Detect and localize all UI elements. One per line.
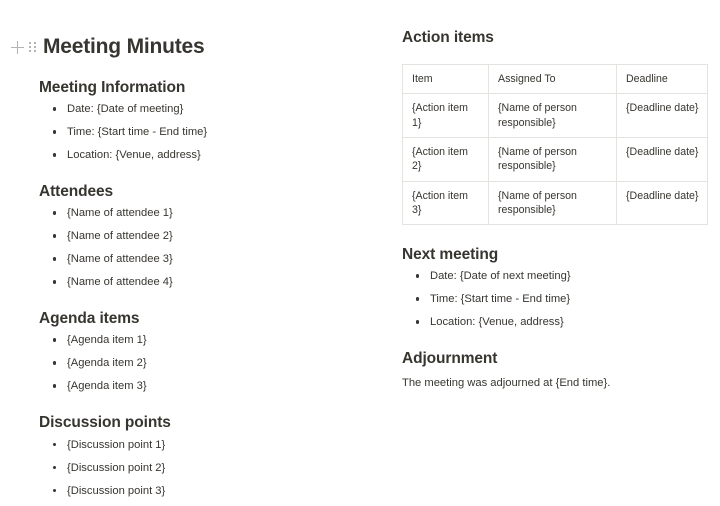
cell-assigned-to[interactable]: {Name of person responsible}	[488, 180, 617, 226]
list-item[interactable]: {Name of attendee 4}	[39, 275, 369, 289]
section-action-items: Action items Item Assigned To Deadline {…	[402, 28, 710, 226]
drag-dot	[34, 46, 36, 48]
action-items-table: Item Assigned To Deadline {Action item 1…	[402, 64, 708, 226]
document-page: Meeting Minutes Meeting Information Date…	[0, 0, 720, 506]
section-meeting-information: Meeting Information Date: {Date of meeti…	[39, 78, 369, 162]
list-item[interactable]: Date: {Date of next meeting}	[402, 269, 710, 283]
drag-dot	[29, 46, 31, 48]
section-agenda-items: Agenda items {Agenda item 1} {Agenda ite…	[39, 309, 369, 393]
list-item[interactable]: {Agenda item 2}	[39, 356, 369, 370]
title-block: Meeting Minutes	[0, 33, 205, 61]
cell-item[interactable]: {Action item 2}	[402, 137, 489, 182]
list-item[interactable]: {Agenda item 1}	[39, 333, 369, 347]
block-controls	[0, 40, 43, 54]
cell-deadline[interactable]: {Deadline date}	[616, 180, 708, 226]
heading-discussion-points[interactable]: Discussion points	[39, 413, 369, 433]
table-row: {Action item 2} {Name of person responsi…	[402, 137, 708, 182]
cell-item[interactable]: {Action item 1}	[402, 93, 489, 139]
drag-handle-icon[interactable]	[28, 41, 37, 54]
section-attendees: Attendees {Name of attendee 1} {Name of …	[39, 182, 369, 289]
list-agenda-items: {Agenda item 1} {Agenda item 2} {Agenda …	[39, 333, 369, 393]
list-item[interactable]: {Name of attendee 3}	[39, 252, 369, 266]
list-item[interactable]: Time: {Start time - End time}	[39, 125, 369, 139]
drag-dot	[29, 42, 31, 44]
drag-dot	[29, 50, 31, 52]
right-column: Action items Item Assigned To Deadline {…	[402, 28, 710, 391]
cell-item[interactable]: {Action item 3}	[402, 180, 489, 226]
list-item[interactable]: Location: {Venue, address}	[402, 315, 710, 329]
cell-assigned-to[interactable]: {Name of person responsible}	[488, 137, 617, 182]
heading-adjournment[interactable]: Adjournment	[402, 349, 710, 369]
column-header-assigned-to[interactable]: Assigned To	[488, 64, 617, 95]
section-discussion-points: Discussion points {Discussion point 1} {…	[39, 413, 369, 497]
left-column: Meeting Information Date: {Date of meeti…	[39, 78, 369, 498]
column-header-item[interactable]: Item	[402, 64, 489, 95]
list-attendees: {Name of attendee 1} {Name of attendee 2…	[39, 206, 369, 289]
section-adjournment: Adjournment The meeting was adjourned at…	[402, 349, 710, 390]
section-next-meeting: Next meeting Date: {Date of next meeting…	[402, 245, 710, 329]
drag-dot	[34, 42, 36, 44]
cell-deadline[interactable]: {Deadline date}	[616, 137, 708, 182]
cell-deadline[interactable]: {Deadline date}	[616, 93, 708, 139]
list-item[interactable]: Time: {Start time - End time}	[402, 292, 710, 306]
list-item[interactable]: {Discussion point 1}	[39, 438, 369, 452]
list-item[interactable]: {Name of attendee 1}	[39, 206, 369, 220]
drag-dot	[34, 50, 36, 52]
list-next-meeting: Date: {Date of next meeting} Time: {Star…	[402, 269, 710, 329]
heading-meeting-information[interactable]: Meeting Information	[39, 78, 369, 98]
list-item[interactable]: {Agenda item 3}	[39, 379, 369, 393]
list-item[interactable]: {Discussion point 2}	[39, 461, 369, 475]
column-header-deadline[interactable]: Deadline	[616, 64, 708, 95]
list-meeting-information: Date: {Date of meeting} Time: {Start tim…	[39, 102, 369, 162]
adjournment-text[interactable]: The meeting was adjourned at {End time}.	[402, 376, 710, 391]
page-title[interactable]: Meeting Minutes	[43, 34, 205, 59]
cell-assigned-to[interactable]: {Name of person responsible}	[488, 93, 617, 139]
list-discussion-points: {Discussion point 1} {Discussion point 2…	[39, 438, 369, 498]
list-item[interactable]: Date: {Date of meeting}	[39, 102, 369, 116]
heading-agenda-items[interactable]: Agenda items	[39, 309, 369, 329]
table-header-row: Item Assigned To Deadline	[402, 64, 708, 95]
table-row: {Action item 1} {Name of person responsi…	[402, 93, 708, 139]
list-item[interactable]: {Name of attendee 2}	[39, 229, 369, 243]
plus-icon[interactable]	[11, 40, 24, 54]
list-item[interactable]: {Discussion point 3}	[39, 484, 369, 498]
table-row: {Action item 3} {Name of person responsi…	[402, 180, 708, 226]
heading-next-meeting[interactable]: Next meeting	[402, 245, 710, 265]
list-item[interactable]: Location: {Venue, address}	[39, 148, 369, 162]
heading-action-items[interactable]: Action items	[402, 28, 710, 48]
heading-attendees[interactable]: Attendees	[39, 182, 369, 202]
